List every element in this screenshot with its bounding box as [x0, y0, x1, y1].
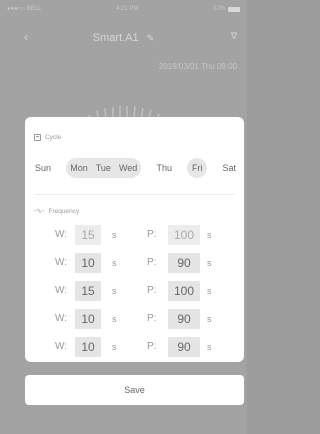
pencil-icon[interactable]: ✎: [147, 33, 155, 44]
p-unit: s: [207, 342, 212, 352]
frequency-row: W: 10 s P: 90 s: [25, 253, 244, 273]
day-mon[interactable]: Mon: [66, 158, 92, 178]
p-value-field[interactable]: 90: [168, 309, 200, 329]
w-value-field[interactable]: 10: [75, 337, 101, 357]
w-label: W:: [55, 341, 68, 352]
day-fri[interactable]: Fri: [187, 158, 208, 178]
day-tue[interactable]: Tue: [92, 158, 115, 178]
status-time: 4:21 PM: [116, 6, 139, 12]
battery-indicator: 22%: [213, 6, 240, 12]
p-value-field[interactable]: 90: [168, 253, 200, 273]
w-label: W:: [55, 229, 68, 240]
w-label: W:: [55, 313, 68, 324]
p-unit: s: [207, 258, 212, 268]
battery-icon: [228, 6, 240, 12]
selected-days-group: Mon Tue Wed: [66, 158, 142, 178]
cycle-label: Cycle: [45, 134, 62, 141]
nav-bar: ‹ Smart.A1 ✎ ∇: [0, 28, 247, 48]
w-value-field[interactable]: 15: [75, 225, 101, 245]
p-unit: s: [207, 286, 212, 296]
status-bar: ●●●○○ BELL 4:21 PM 22%: [0, 0, 247, 18]
p-value-field[interactable]: 100: [168, 225, 200, 245]
w-label: W:: [55, 285, 68, 296]
chevron-left-icon[interactable]: ‹: [24, 30, 28, 44]
p-label: P:: [147, 229, 157, 240]
day-sat[interactable]: Sat: [218, 158, 240, 178]
calendar-icon: [34, 134, 41, 141]
battery-percent: 22%: [212, 6, 225, 12]
p-value-field[interactable]: 90: [168, 337, 200, 357]
p-label: P:: [147, 257, 157, 268]
day-sun[interactable]: Sun: [31, 158, 55, 178]
day-thu[interactable]: Thu: [153, 158, 177, 178]
frequency-row: W: 15 s P: 100 s: [25, 281, 244, 301]
w-unit: s: [112, 258, 117, 268]
w-value-field[interactable]: 15: [75, 281, 101, 301]
bluetooth-icon[interactable]: ∇: [231, 31, 237, 42]
cycle-header: Cycle: [34, 134, 61, 141]
p-label: P:: [147, 313, 157, 324]
frequency-row: W: 10 s P: 90 s: [25, 337, 244, 357]
p-label: P:: [147, 341, 157, 352]
pulse-icon: -∿-: [34, 208, 45, 215]
p-unit: s: [207, 314, 212, 324]
save-button[interactable]: Save: [25, 375, 244, 405]
w-value-field[interactable]: 10: [75, 309, 101, 329]
w-label: W:: [55, 257, 68, 268]
w-unit: s: [112, 314, 117, 324]
carrier-text: ●●●○○ BELL: [7, 6, 42, 12]
frequency-row: W: 15 s P: 100 s: [25, 225, 244, 245]
page-title: Smart.A1: [92, 32, 139, 44]
w-unit: s: [112, 342, 117, 352]
schedule-sheet: Cycle Sun Mon Tue Wed Thu Fri Sat -∿- Fr…: [25, 117, 244, 362]
p-unit: s: [207, 230, 212, 240]
day-wed[interactable]: Wed: [115, 158, 141, 178]
w-unit: s: [112, 286, 117, 296]
divider: [34, 194, 235, 195]
w-unit: s: [112, 230, 117, 240]
frequency-label: Frequency: [48, 207, 80, 215]
day-selector: Sun Mon Tue Wed Thu Fri Sat: [31, 157, 240, 179]
frequency-row: W: 10 s P: 90 s: [25, 309, 244, 329]
frequency-header: -∿- Frequency: [34, 207, 80, 216]
w-value-field[interactable]: 10: [75, 253, 101, 273]
p-value-field[interactable]: 100: [168, 281, 200, 301]
device-datetime: 2019/03/01 Thu 09:00: [158, 62, 237, 71]
p-label: P:: [147, 285, 157, 296]
